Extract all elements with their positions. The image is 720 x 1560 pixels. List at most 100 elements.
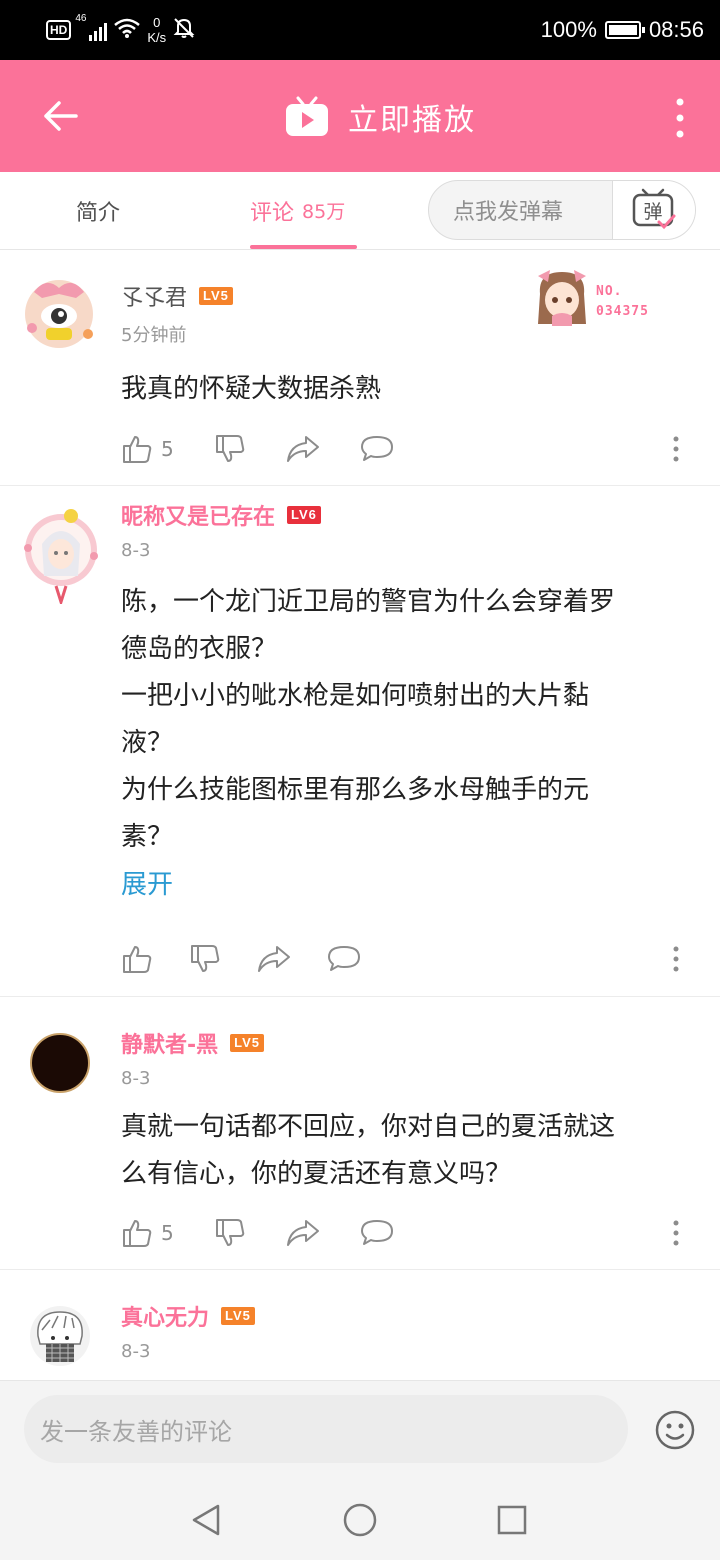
more-options-button[interactable] [660,90,700,146]
danmaku-send-button[interactable]: 弹 [612,181,695,239]
like-count: 5 [161,1221,174,1245]
nav-back-button[interactable] [186,1500,226,1540]
comment-item: 孓孓君 LV5 5分钟前 我真的怀疑大数据杀熟 NO. 034375 5 [0,250,720,486]
badge-number: 034375 [596,304,649,319]
avatar[interactable] [16,504,106,604]
avatar[interactable] [30,1033,90,1093]
share-button[interactable] [286,434,320,464]
share-button[interactable] [286,1218,320,1248]
thumbs-up-icon [123,1220,152,1247]
play-now-label: 立即播放 [348,103,476,138]
more-vertical-icon [673,946,679,972]
danmaku-placeholder: 点我发弹幕 [453,200,564,225]
anime-girl-icon [538,270,586,326]
more-vertical-icon [676,98,684,138]
active-tab-indicator [250,245,357,249]
wifi-icon [113,17,141,44]
thumbs-down-icon [215,435,244,462]
comment-text-line: 为什么技能图标里有那么多水母触手的元 [121,775,590,805]
back-button[interactable] [30,86,90,146]
comment-text: 陈，一个龙门近卫局的警官为什么会穿着罗 德岛的衣服？ 一把小小的呲水枪是如何喷射… [121,579,701,861]
like-button[interactable]: 5 [121,433,174,465]
badge-label-no: NO. [596,284,623,299]
danmaku-tv-icon: 弹 [632,188,676,230]
username[interactable]: 孓孓君 [121,280,187,312]
system-nav-bar [0,1478,720,1560]
username[interactable]: 静默者-黑 [121,1027,218,1059]
comment-composer: 发一条友善的评论 [0,1380,720,1479]
play-now-button[interactable]: 立即播放 [284,92,476,142]
reply-button[interactable] [360,1218,394,1248]
triangle-back-icon [192,1504,220,1536]
share-arrow-icon [286,436,319,462]
expand-link[interactable]: 展开 [121,864,173,901]
comment-text-line: 德岛的衣服？ [121,634,278,664]
avatar[interactable] [30,1306,90,1366]
username[interactable]: 真心无力 [121,1300,209,1332]
level-badge: LV5 [221,1307,255,1325]
comment-placeholder: 发一条友善的评论 [40,1417,232,1446]
thumbs-down-icon [215,1219,244,1246]
comment-text-line: 陈，一个龙门近卫局的警官为什么会穿着罗 [121,587,616,617]
level-badge: LV6 [287,506,321,524]
chat-bubble-icon [328,946,360,971]
share-arrow-icon [258,946,290,972]
comment-count: 85万 [302,201,346,223]
smiley-icon [655,1410,695,1450]
nav-recents-button[interactable] [492,1500,532,1540]
avatar[interactable] [16,268,102,354]
comment-list[interactable]: 孓孓君 LV5 5分钟前 我真的怀疑大数据杀熟 NO. 034375 5 昵称又… [0,250,720,1380]
mute-bell-icon [172,16,196,45]
thumbs-down-icon [191,945,220,972]
battery-percent: 100% [540,17,597,42]
reply-button[interactable] [327,944,361,974]
chat-bubble-icon [360,436,393,461]
thumbs-up-icon [123,946,152,973]
dislike-button[interactable] [189,943,221,975]
thumbs-up-icon [123,436,152,463]
comment-more-button[interactable] [666,1213,686,1253]
comment-text: 真就一句话都不回应，你对自己的夏活就这 么有信心，你的夏活还有意义吗？ [121,1104,701,1198]
app-header: 立即播放 [0,60,720,172]
like-button[interactable] [121,943,153,975]
more-vertical-icon [673,436,679,462]
comment-text: 我真的怀疑大数据杀熟 [121,374,382,404]
like-button[interactable]: 5 [121,1217,174,1249]
tab-comments[interactable]: 评论 85万 [250,172,345,249]
battery-icon [604,21,645,39]
like-count: 5 [161,437,174,461]
share-arrow-icon [286,1220,319,1246]
comment-input[interactable]: 发一条友善的评论 [24,1395,628,1463]
fan-badge: NO. 034375 [532,264,668,330]
clock: 08:56 [648,17,704,42]
level-badge: LV5 [230,1034,265,1052]
reply-button[interactable] [360,434,394,464]
chat-bubble-icon [360,1220,393,1245]
comment-time: 5分钟前 [121,325,187,346]
emoji-button[interactable] [654,1409,696,1451]
comment-item: 真心无力 LV5 8-3 [0,1270,720,1380]
comment-text-line: 素？ [121,822,174,852]
share-button[interactable] [257,944,291,974]
comment-more-button[interactable] [666,939,686,979]
comment-text-line: 一把小小的呲水枪是如何喷射出的大片黏 [121,681,590,711]
net-speed: 0 K/s [147,15,167,45]
danmaku-input[interactable]: 点我发弹幕 弹 [428,180,696,240]
more-vertical-icon [673,1220,679,1246]
arrow-left-icon [44,101,78,131]
username[interactable]: 昵称又是已存在 [121,499,275,531]
tv-play-icon [286,96,328,136]
circle-home-icon [343,1503,377,1537]
comment-item: 昵称又是已存在 LV6 8-3 陈，一个龙门近卫局的警官为什么会穿着罗 德岛的衣… [0,486,720,997]
level-badge: LV5 [199,287,233,305]
danmaku-char: 弹 [643,201,662,223]
signal-icon: 46 [75,13,108,41]
dislike-button[interactable] [214,1217,246,1249]
tab-intro[interactable]: 简介 [76,172,120,249]
comment-text-line: 液？ [121,728,174,758]
nav-home-button[interactable] [340,1500,380,1540]
comment-time: 8-3 [121,1341,151,1362]
dislike-button[interactable] [214,433,246,465]
hd-indicator: HD [46,20,72,40]
comment-more-button[interactable] [666,429,686,469]
